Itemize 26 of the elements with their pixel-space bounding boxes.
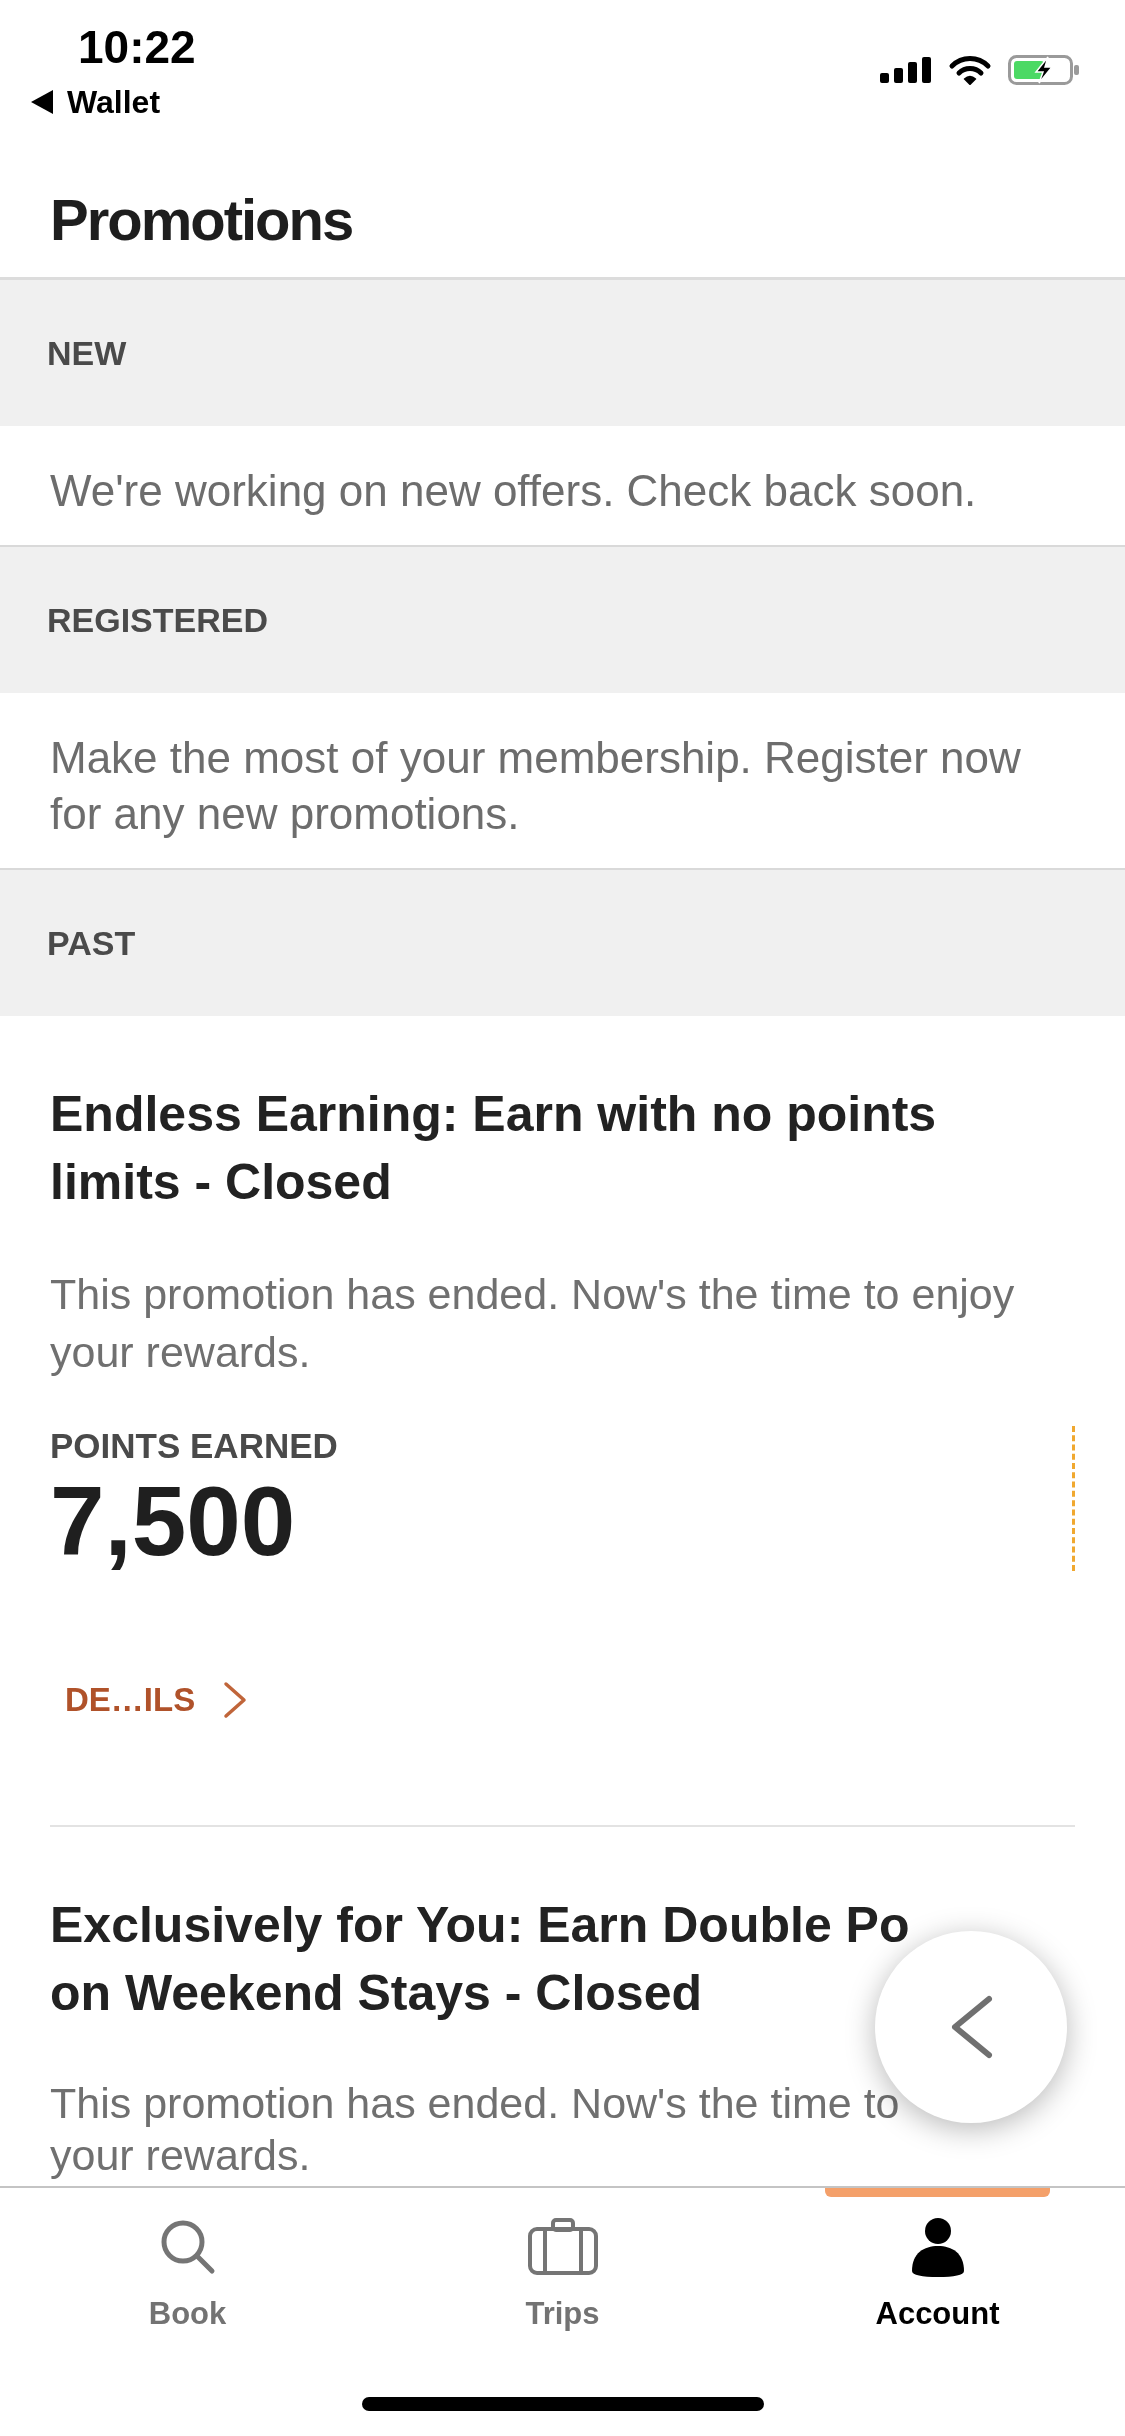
section-message: We're working on new offers. Check back soon. (50, 465, 978, 517)
promotion-title: Exclusively for You: Earn Double Po on Weekend Stays - Closed (50, 1896, 910, 2023)
back-link[interactable]: Wallet (31, 82, 196, 122)
section-header: REGISTERED (0, 547, 1125, 693)
chevron-right-icon (223, 1681, 248, 1719)
tab[interactable]: Trips (375, 2188, 750, 2341)
section-message: Make the most of your membership. Register now for any new promotions. (50, 732, 1022, 840)
back-icon (31, 90, 53, 114)
section-header: PAST (0, 870, 1125, 1016)
page-title: Promotions (50, 188, 353, 252)
search-icon (159, 2219, 216, 2275)
battery-icon (1008, 55, 1080, 85)
tab[interactable]: Account (750, 2188, 1125, 2341)
status-time: 10:22 (78, 20, 196, 75)
wifi-icon (948, 55, 992, 85)
chevron-left-icon (949, 1995, 993, 2059)
points-value: 7,500 (50, 1471, 297, 1571)
promotion-description: This promotion has ended. Now's the time to your rewards. (50, 2078, 900, 2181)
promotion-title: Endless Earning: Earn with no points limits - Closed (50, 1085, 938, 1212)
details-link[interactable]: DE…ILS (50, 1680, 248, 1720)
points-label: POINTS EARNED (50, 1426, 338, 1466)
promotion-description: This promotion has ended. Now's the time to enjoy your rewards. (50, 1269, 1016, 1378)
suitcase-icon (526, 2218, 599, 2276)
signal-icon (880, 57, 932, 83)
tab[interactable]: Book (0, 2188, 375, 2341)
section-header: NEW (0, 280, 1125, 426)
